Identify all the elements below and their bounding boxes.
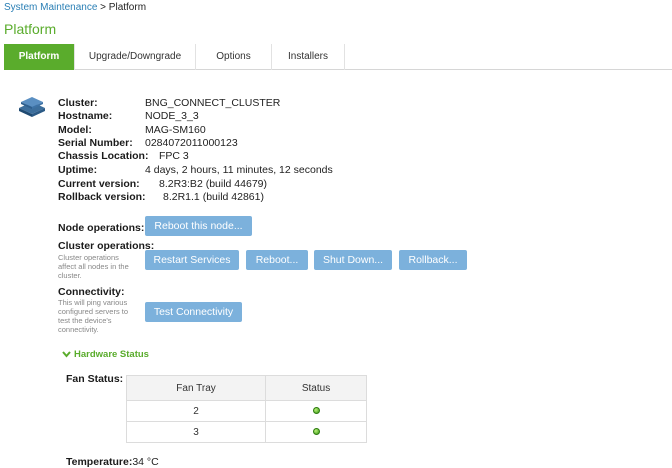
breadcrumb-separator: > bbox=[97, 2, 109, 13]
info-label-cluster: Cluster: bbox=[58, 97, 98, 109]
tab-platform[interactable]: Platform bbox=[4, 44, 75, 70]
reboot-node-button[interactable]: Reboot this node... bbox=[145, 216, 252, 236]
info-label-current-version: Current version: bbox=[58, 178, 140, 190]
fan-tray-cell: 3 bbox=[125, 421, 267, 443]
tab-options[interactable]: Options bbox=[196, 44, 272, 70]
breadcrumb-current: Platform bbox=[108, 2, 147, 13]
cluster-operations-description: Cluster operations affect all nodes in t… bbox=[58, 253, 129, 280]
info-label-uptime: Uptime: bbox=[58, 164, 98, 176]
fan-status-table: Fan Tray Status 2 3 bbox=[125, 375, 367, 443]
test-connectivity-button[interactable]: Test Connectivity bbox=[145, 302, 242, 322]
status-cell bbox=[265, 421, 367, 443]
info-label-serial: Serial Number: bbox=[58, 137, 133, 149]
status-ok-icon bbox=[312, 428, 320, 436]
info-value-rollback-version: 8.2R1.1 (build 42861) bbox=[163, 191, 264, 203]
breadcrumb-link-system-maintenance[interactable]: System Maintenance bbox=[4, 2, 97, 13]
column-header-status: Status bbox=[265, 375, 367, 401]
temperature-value: 34 °C bbox=[132, 456, 159, 468]
tab-upgrade-downgrade[interactable]: Upgrade/Downgrade bbox=[75, 44, 196, 70]
tab-bar: Platform Upgrade/Downgrade Options Insta… bbox=[4, 44, 672, 70]
fan-status-label: Fan Status: bbox=[66, 373, 124, 385]
device-stack-icon bbox=[17, 96, 47, 118]
hardware-status-toggle[interactable]: Hardware Status bbox=[62, 349, 149, 360]
info-label-model: Model: bbox=[58, 124, 92, 136]
status-ok-icon bbox=[312, 407, 320, 415]
table-row: 3 bbox=[125, 421, 367, 443]
fan-tray-cell: 2 bbox=[125, 400, 267, 422]
temperature-label: Temperature: bbox=[66, 456, 133, 468]
breadcrumb: System Maintenance > Platform bbox=[4, 2, 146, 13]
info-value-uptime: 4 days, 2 hours, 11 minutes, 12 seconds bbox=[145, 164, 333, 176]
info-label-chassis: Chassis Location: bbox=[58, 150, 149, 162]
info-value-model: MAG-SM160 bbox=[145, 124, 206, 136]
info-label-rollback-version: Rollback version: bbox=[58, 191, 146, 203]
reboot-cluster-button[interactable]: Reboot... bbox=[246, 250, 308, 270]
info-value-current-version: 8.2R3:B2 (build 44679) bbox=[159, 178, 267, 190]
info-value-serial: 0284072011000123 bbox=[145, 137, 238, 149]
shut-down-button[interactable]: Shut Down... bbox=[314, 250, 392, 270]
chevron-down-icon bbox=[62, 351, 71, 358]
info-value-chassis: FPC 3 bbox=[159, 150, 189, 162]
cluster-operations-label: Cluster operations: bbox=[58, 240, 155, 252]
rollback-button[interactable]: Rollback... bbox=[399, 250, 467, 270]
info-label-hostname: Hostname: bbox=[58, 110, 113, 122]
table-row: 2 bbox=[125, 400, 367, 422]
info-value-cluster: BNG_CONNECT_CLUSTER bbox=[145, 97, 281, 109]
connectivity-label: Connectivity: bbox=[58, 286, 125, 298]
temperature-row: Temperature:34 °C bbox=[66, 456, 159, 468]
status-cell bbox=[265, 400, 367, 422]
connectivity-description: This will ping various configured server… bbox=[58, 298, 129, 334]
restart-services-button[interactable]: Restart Services bbox=[145, 250, 239, 270]
table-header-row: Fan Tray Status bbox=[125, 375, 367, 401]
page-title: Platform bbox=[4, 21, 57, 37]
node-operations-label: Node operations: bbox=[58, 222, 145, 234]
info-value-hostname: NODE_3_3 bbox=[145, 110, 199, 122]
hardware-status-label: Hardware Status bbox=[74, 349, 149, 360]
column-header-fan-tray: Fan Tray bbox=[125, 375, 267, 401]
tab-installers[interactable]: Installers bbox=[272, 44, 345, 70]
